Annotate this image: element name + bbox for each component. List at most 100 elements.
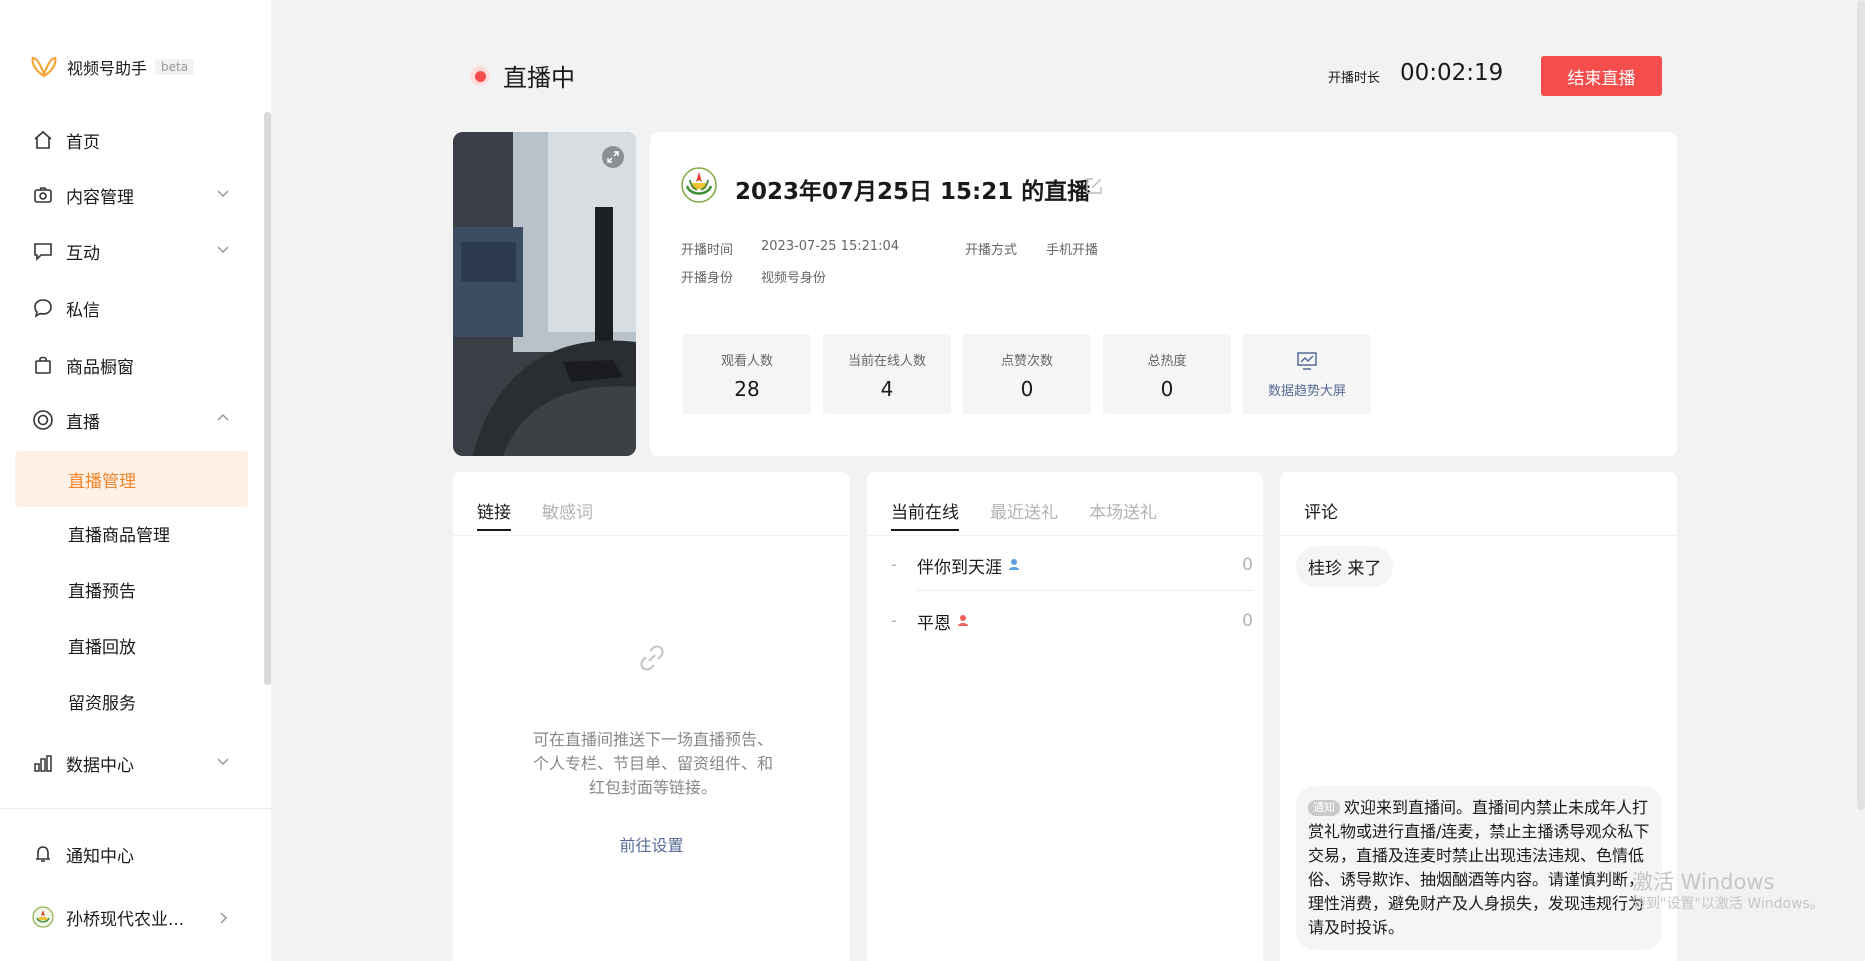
tab-session-gifts[interactable]: 本场送礼 [1089,498,1157,531]
stat-value: 0 [1020,377,1034,401]
live-status-icon [470,66,490,86]
stat-value: 0 [1160,377,1174,401]
live-title: 2023年07月25日 15:21 的直播 [735,179,1091,205]
stat-label: 观看人数 [720,354,773,369]
beta-badge: beta [155,59,195,75]
sidebar-item-label: 私信 [66,300,100,321]
sidebar-subitem-live-products[interactable]: 直播商品管理 [15,508,248,558]
video-frame-illustration [453,132,636,456]
stat-likes: 点赞次数 0 [963,334,1091,414]
sidebar-item-label: 互动 [66,243,100,264]
duration-value: 00:02:19 [1400,60,1504,86]
page-scrollbar[interactable] [1857,0,1865,810]
sidebar-item-label: 首页 [66,132,100,153]
end-live-button[interactable]: 结束直播 [1541,56,1662,96]
links-panel: 链接 敏感词 可在直播间推送下一场直播预告、个人专栏、节目单、留资组件、和红包封… [453,472,850,961]
identity-value: 视频号身份 [761,271,827,286]
link-icon [636,642,668,678]
viewer-name: 伴你到天涯 [917,557,1002,578]
list-item[interactable]: - 伴你到天涯 0 [891,537,1253,593]
chevron-right-icon [216,910,230,930]
sidebar-item-interaction[interactable]: 互动 [15,226,248,276]
sidebar-item-notifications[interactable]: 通知中心 [15,829,248,879]
stat-online: 当前在线人数 4 [823,334,951,414]
sidebar-item-label: 内容管理 [66,187,134,208]
chevron-down-icon [216,185,230,205]
row-dash: - [891,555,898,575]
viewer-value: 0 [1242,555,1253,575]
sidebar-item-label: 直播商品管理 [68,525,170,546]
tab-current-online[interactable]: 当前在线 [891,498,959,531]
viewer-value: 0 [1242,611,1253,631]
stat-value: 4 [880,377,894,401]
sidebar-item-label: 直播回放 [68,637,136,658]
sidebar-subitem-live-management[interactable]: 直播管理 [15,451,248,507]
panel-divider [867,535,1263,536]
bell-icon [32,843,54,865]
live-info-card: 2023年07月25日 15:21 的直播 开播时间 2023-07-25 15… [650,132,1677,456]
sidebar-item-label: 直播预告 [68,581,136,602]
data-trend-screen-button[interactable]: 数据趋势大屏 [1243,334,1371,414]
stat-label: 点赞次数 [1000,354,1053,369]
fullscreen-icon[interactable] [602,146,624,168]
sidebar-subitem-leads-service[interactable]: 留资服务 [15,676,248,726]
comments-panel: 评论 桂珍 来了 通知 欢迎来到直播间。直播间内禁止未成年人打赏礼物或进行直播/连… [1280,472,1677,961]
sidebar-item-label: 通知中心 [66,846,134,867]
sidebar-item-label: 直播管理 [68,471,136,492]
panel-divider [1280,535,1677,536]
sidebar-item-label: 留资服务 [68,693,136,714]
brand-name: 视频号助手 [67,59,148,78]
chevron-down-icon [216,241,230,261]
female-gender-icon [957,611,969,631]
chart-icon [32,752,54,774]
brand-logo-icon [31,56,57,78]
edit-icon[interactable] [1085,177,1103,199]
online-panel: 当前在线 最近送礼 本场送礼 - 伴你到天涯 0 - 平恩 0 [867,472,1263,961]
tab-recent-gifts[interactable]: 最近送礼 [990,498,1058,531]
brand[interactable]: 视频号助手 beta [31,55,195,79]
live-status-title: 直播中 [503,64,575,92]
sidebar-subitem-live-replay[interactable]: 直播回放 [15,620,248,670]
comments-title: 评论 [1304,503,1338,523]
camera-icon [32,184,54,206]
notice-message: 通知 欢迎来到直播间。直播间内禁止未成年人打赏礼物或进行直播/连麦，禁止主播诱导观… [1296,786,1662,950]
start-time-label: 开播时间 [681,243,734,258]
stat-viewers: 观看人数 28 [683,334,811,414]
message-icon [32,297,54,319]
chevron-up-icon [216,410,230,430]
sidebar-item-label: 商品橱窗 [66,357,134,378]
tab-sensitive-words[interactable]: 敏感词 [542,498,593,531]
sidebar-item-content[interactable]: 内容管理 [15,170,248,220]
sidebar-item-data-center[interactable]: 数据中心 [15,738,248,788]
sidebar: 视频号助手 beta 首页 内容管理 互动 私信 商品橱窗 直播 直播管理 直播… [0,0,271,961]
method-label: 开播方式 [965,243,1018,258]
sidebar-item-account[interactable]: 孙桥现代农业... [15,892,248,942]
sidebar-item-messages[interactable]: 私信 [15,283,248,333]
identity-label: 开播身份 [681,271,734,286]
method-value: 手机开播 [1046,243,1099,258]
sidebar-item-shop[interactable]: 商品橱窗 [15,340,248,390]
go-settings-link[interactable]: 前往设置 [453,832,850,856]
windows-activation-hint: 转到"设置"以激活 Windows。 [1632,896,1824,912]
row-dash: - [891,611,898,631]
trend-screen-icon [1243,352,1371,374]
stat-value: 28 [734,377,760,401]
sidebar-item-label: 孙桥现代农业... [66,909,185,930]
sidebar-subitem-live-preview[interactable]: 直播预告 [15,564,248,614]
stat-label: 总热度 [1147,354,1187,369]
chevron-down-icon [216,753,230,773]
sidebar-item-label: 直播 [66,412,100,433]
online-tabs: 当前在线 最近送礼 本场送礼 [891,498,1188,531]
tab-links[interactable]: 链接 [477,498,511,531]
windows-activation-watermark: 激活 Windows [1632,870,1775,894]
notice-text: 欢迎来到直播间。直播间内禁止未成年人打赏礼物或进行直播/连麦，禁止主播诱导观众私… [1308,798,1650,937]
sidebar-scrollbar[interactable] [264,112,271,685]
sidebar-item-home[interactable]: 首页 [15,115,248,165]
comment-icon [32,240,54,262]
links-empty-text: 可在直播间推送下一场直播预告、个人专栏、节目单、留资组件、和红包封面等链接。 [532,730,773,797]
viewer-name: 平恩 [917,613,951,634]
sidebar-item-live[interactable]: 直播 [15,395,248,445]
sidebar-item-label: 数据中心 [66,755,134,776]
list-item[interactable]: - 平恩 0 [891,593,1253,649]
live-video-preview[interactable] [453,132,636,456]
